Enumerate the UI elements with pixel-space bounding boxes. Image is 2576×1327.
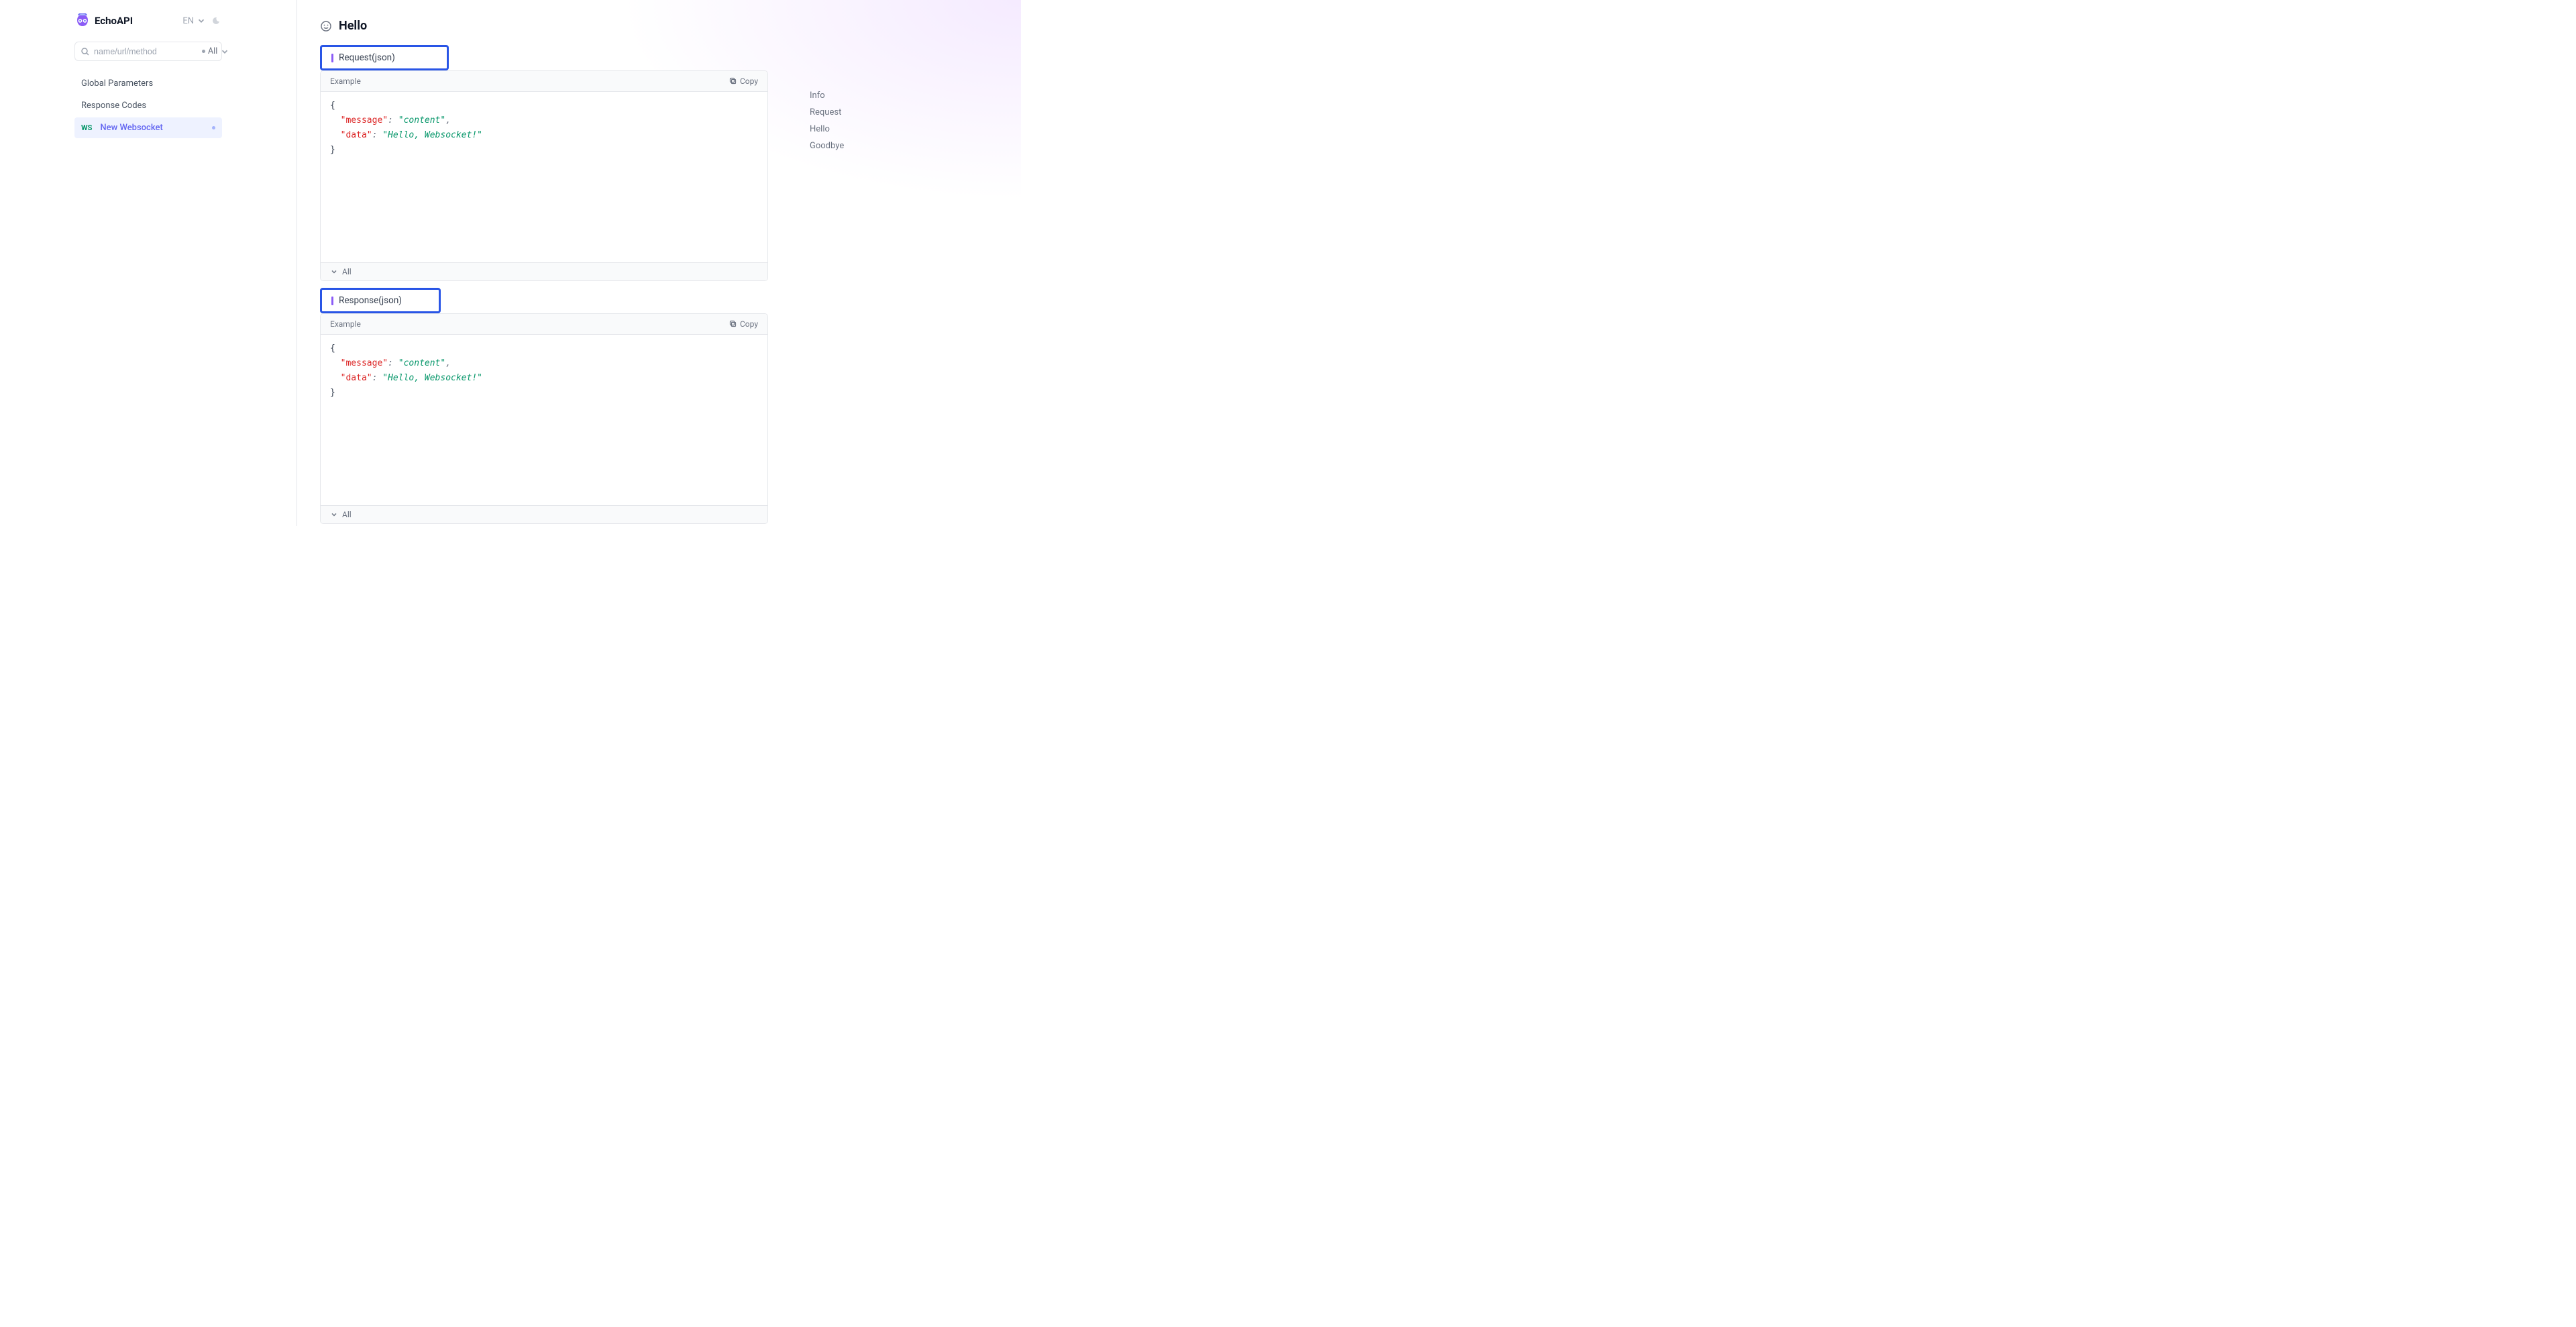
filter-dot-icon	[202, 50, 205, 53]
section-title-text: Request(json)	[339, 52, 395, 63]
chevron-down-icon	[330, 268, 338, 276]
filter-label: All	[208, 46, 217, 56]
toc-item-info[interactable]: Info	[810, 87, 928, 104]
example-label: Example	[330, 76, 361, 86]
example-footer-toggle[interactable]: All	[321, 262, 767, 280]
response-example-panel: Example Copy { "message": "content", "da…	[320, 313, 768, 524]
search-icon	[80, 47, 90, 56]
request-example-panel: Example Copy { "message": "content", "da…	[320, 70, 768, 281]
search-filter[interactable]: All	[202, 46, 233, 56]
nav-item-label: Global Parameters	[81, 78, 153, 89]
footer-label: All	[342, 267, 352, 276]
sidebar: EchoAPI EN	[0, 0, 297, 526]
smiley-icon	[320, 20, 332, 32]
example-header: Example Copy	[321, 314, 767, 335]
nav-item-response-codes[interactable]: Response Codes	[74, 95, 222, 116]
right-toc: Info Request Hello Goodbye	[794, 0, 928, 526]
copy-label: Copy	[740, 76, 758, 86]
toc-item-hello[interactable]: Hello	[810, 121, 928, 138]
response-code-block[interactable]: { "message": "content", "data": "Hello, …	[321, 335, 767, 505]
brand-name: EchoAPI	[95, 15, 133, 27]
request-code-block[interactable]: { "message": "content", "data": "Hello, …	[321, 92, 767, 262]
nav-list: Global Parameters Response Codes WS New …	[74, 73, 222, 138]
ws-badge: WS	[81, 123, 92, 132]
nav-item-label: Response Codes	[81, 101, 146, 111]
logo-row: EchoAPI EN	[74, 13, 222, 28]
toc-item-goodbye[interactable]: Goodbye	[810, 138, 928, 154]
theme-toggle-icon[interactable]	[213, 16, 222, 25]
owl-logo-icon	[74, 13, 91, 28]
search-box[interactable]: All	[74, 42, 222, 61]
nav-item-global-parameters[interactable]: Global Parameters	[74, 73, 222, 94]
chevron-down-icon	[220, 47, 229, 56]
chevron-down-icon	[330, 511, 338, 519]
request-section-title: Request(json)	[320, 45, 449, 70]
status-dot-icon	[212, 126, 215, 129]
toc-item-request[interactable]: Request	[810, 104, 928, 121]
copy-button[interactable]: Copy	[729, 319, 758, 329]
section-title-text: Response(json)	[339, 295, 402, 306]
language-label: EN	[182, 16, 194, 26]
footer-label: All	[342, 510, 352, 519]
nav-item-label: New Websocket	[100, 123, 162, 133]
example-footer-toggle[interactable]: All	[321, 505, 767, 523]
example-label: Example	[330, 319, 361, 329]
language-selector[interactable]: EN	[182, 16, 206, 26]
section-bar-icon	[331, 54, 333, 62]
main-content: Hello Request(json) Example Copy { "mess…	[297, 0, 794, 526]
section-bar-icon	[331, 297, 333, 305]
chevron-down-icon	[197, 16, 206, 25]
page-heading: Hello	[320, 19, 768, 33]
example-header: Example Copy	[321, 71, 767, 92]
copy-button[interactable]: Copy	[729, 76, 758, 86]
nav-item-new-websocket[interactable]: WS New Websocket	[74, 117, 222, 138]
copy-label: Copy	[740, 319, 758, 329]
brand-logo[interactable]: EchoAPI	[74, 13, 133, 28]
response-section-title: Response(json)	[320, 288, 441, 313]
copy-icon	[729, 320, 737, 328]
search-input[interactable]	[94, 47, 202, 56]
copy-icon	[729, 77, 737, 85]
page-title: Hello	[339, 19, 367, 33]
